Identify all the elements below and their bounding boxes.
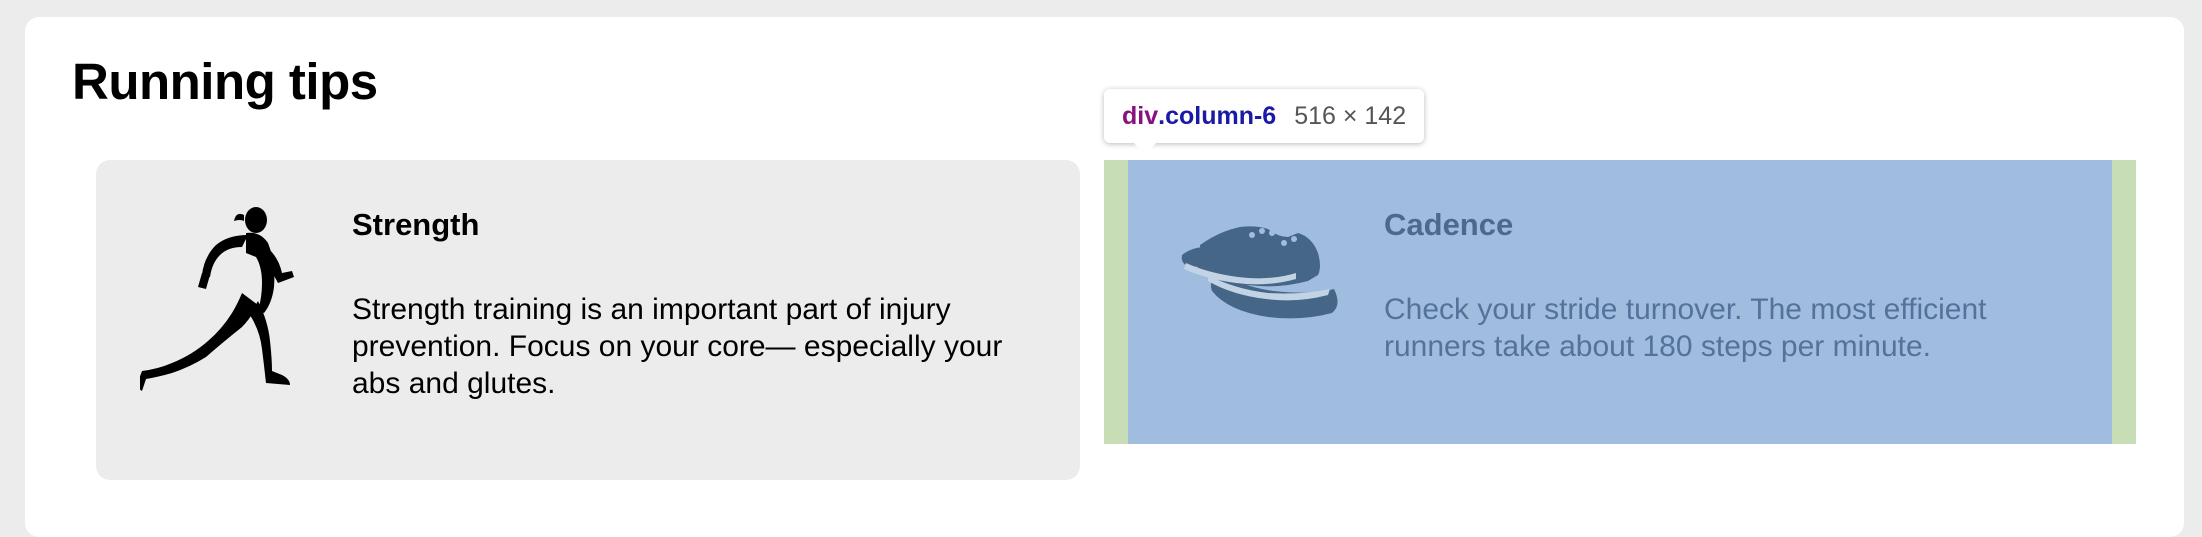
page-title: Running tips bbox=[72, 53, 378, 110]
tip-body-strength: Strength training is an important part o… bbox=[352, 293, 1003, 400]
inspector-element-size: 516 × 142 bbox=[1294, 101, 1407, 130]
tip-title-cadence: Cadence bbox=[1384, 207, 1514, 242]
inspector-tooltip: div .column-6 516 × 142 bbox=[1104, 89, 1425, 155]
sneakers-icon bbox=[1181, 226, 1338, 319]
tip-title-strength: Strength bbox=[352, 207, 480, 242]
tip-body-cadence: Check your stride turnover. The most eff… bbox=[1384, 293, 1987, 363]
inspector-tag-name: div bbox=[1122, 101, 1159, 130]
runner-icon bbox=[140, 207, 294, 391]
inspector-class-name: .column-6 bbox=[1158, 101, 1277, 130]
